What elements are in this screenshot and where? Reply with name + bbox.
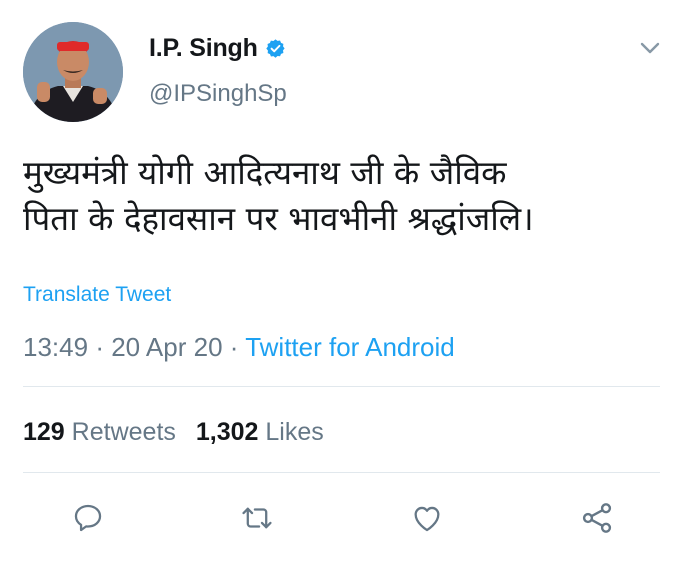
- divider: [23, 386, 660, 387]
- tweet-text-line: पिता के देहावसान पर भावभीनी श्रद्धांजलि।: [23, 199, 534, 238]
- author-name-row: I.P. Singh: [149, 34, 286, 63]
- retweet-icon: [242, 507, 272, 529]
- likes-stat[interactable]: 1,302 Likes: [196, 418, 324, 446]
- share-icon: [582, 503, 612, 533]
- tweet-stats: 129 Retweets 1,302 Likes: [23, 418, 324, 447]
- share-button[interactable]: [577, 500, 617, 536]
- retweets-stat[interactable]: 129 Retweets: [23, 418, 176, 446]
- author-handle[interactable]: @IPSinghSp: [149, 80, 287, 108]
- likes-count: 1,302: [195, 418, 259, 446]
- retweets-count: 129: [23, 418, 65, 446]
- chevron-down-icon[interactable]: [637, 40, 663, 56]
- tweet-date: 20 Apr 20: [111, 332, 223, 362]
- tweet-text: मुख्यमंत्री योगी आदित्यनाथ जी के जैविक प…: [23, 150, 663, 242]
- tweet-time: 13:49: [23, 332, 89, 362]
- translate-tweet-link[interactable]: Translate Tweet: [23, 283, 171, 307]
- retweets-label: Retweets: [71, 418, 176, 446]
- tweet-meta: 13:49 · 20 Apr 20 · Twitter for Android: [23, 332, 455, 363]
- meta-separator: ·: [95, 332, 104, 362]
- author-name[interactable]: I.P. Singh: [149, 34, 258, 63]
- tweet-source-link[interactable]: Twitter for Android: [245, 332, 455, 362]
- reply-button[interactable]: [68, 500, 108, 536]
- divider: [23, 472, 660, 473]
- tweet-text-line: मुख्यमंत्री योगी आदित्यनाथ जी के जैविक: [23, 153, 507, 192]
- retweet-button[interactable]: [237, 500, 277, 536]
- like-button[interactable]: [407, 500, 447, 536]
- like-icon: [414, 506, 440, 532]
- reply-icon: [74, 504, 102, 532]
- verified-badge-icon: [265, 38, 286, 59]
- likes-label: Likes: [265, 418, 324, 446]
- meta-separator: ·: [229, 332, 239, 362]
- avatar[interactable]: [23, 22, 123, 122]
